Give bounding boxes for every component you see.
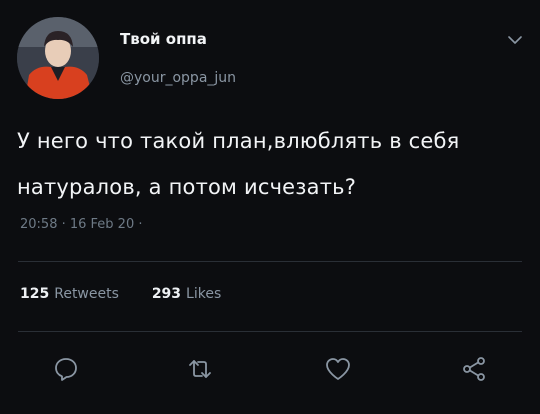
avatar[interactable] bbox=[17, 17, 99, 99]
tweet-stats: 125 Retweets 293 Likes bbox=[20, 286, 221, 302]
share-icon[interactable] bbox=[460, 355, 488, 383]
reply-icon[interactable] bbox=[52, 355, 80, 383]
divider bbox=[18, 331, 522, 332]
divider bbox=[18, 261, 522, 262]
likes-count: 293 bbox=[151, 286, 182, 302]
display-name[interactable]: Твой оппа bbox=[120, 30, 207, 48]
heart-icon[interactable] bbox=[324, 355, 352, 383]
chevron-down-icon[interactable] bbox=[506, 32, 524, 46]
likes-label: Likes bbox=[186, 286, 222, 302]
tweet-text: У него что такой план,влюблять в себя на… bbox=[17, 129, 460, 199]
retweets-stat[interactable]: 125 Retweets bbox=[20, 286, 123, 302]
likes-stat[interactable]: 293 Likes bbox=[152, 286, 221, 302]
retweets-label: Retweets bbox=[54, 286, 119, 302]
tweet-timestamp[interactable]: 20:58 · 16 Feb 20 · bbox=[20, 217, 143, 232]
retweets-count: 125 bbox=[20, 286, 50, 302]
user-handle[interactable]: @your_oppa_jun bbox=[120, 70, 236, 86]
retweet-icon[interactable] bbox=[186, 355, 214, 383]
tweet-card: Твой оппа @your_oppa_jun У него что тако… bbox=[0, 0, 540, 414]
